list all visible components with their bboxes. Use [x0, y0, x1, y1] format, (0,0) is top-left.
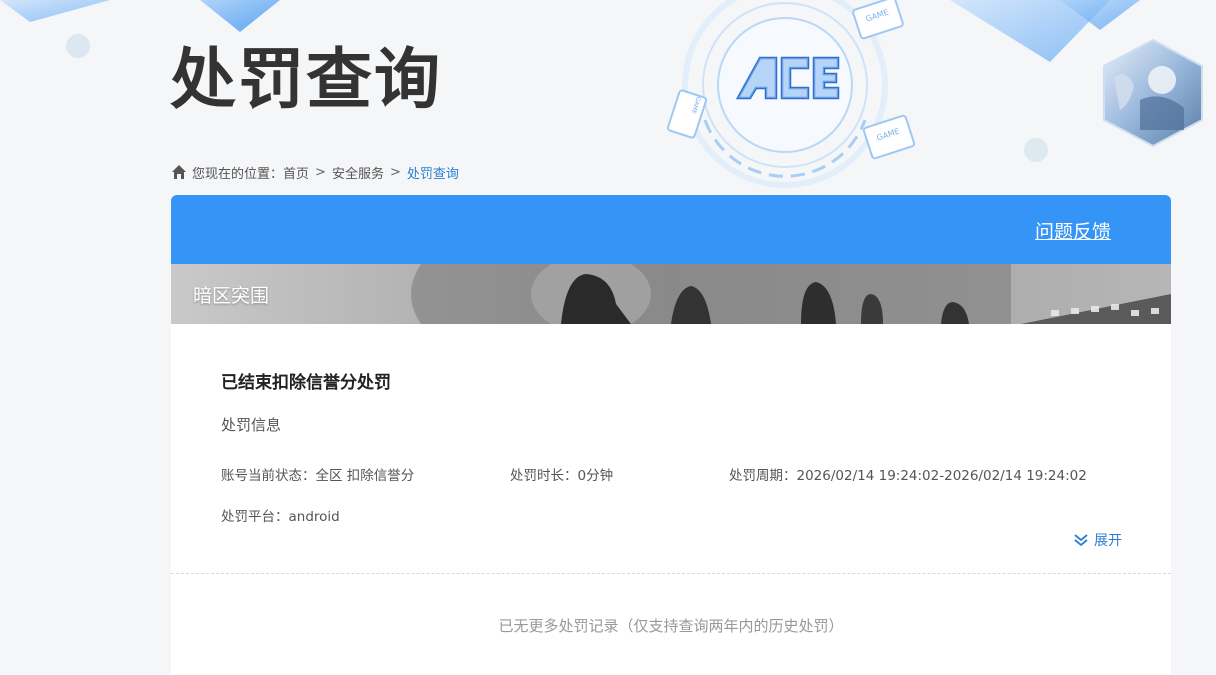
game-badge-icon: GAME	[851, 0, 905, 41]
account-status: 账号当前状态：全区 扣除信誉分	[221, 468, 415, 484]
page-title: 处罚查询	[170, 41, 442, 118]
section-label: 处罚信息	[221, 416, 282, 434]
game-badge-icon: GAME	[861, 113, 917, 161]
expand-label: 展开	[1094, 533, 1122, 549]
breadcrumb: 您现在的位置： 首页 > 安全服务 > 处罚查询	[171, 162, 459, 182]
ace-logo	[730, 48, 845, 108]
no-more-records-note: 已无更多处罚记录（仅支持查询两年内的历史处罚）	[498, 617, 844, 635]
breadcrumb-separator: >	[389, 164, 401, 180]
penalty-record: 已结束扣除信誉分处罚 处罚信息 账号当前状态：全区 扣除信誉分 处罚时长：0分钟…	[171, 324, 1171, 574]
breadcrumb-security-link[interactable]: 安全服务	[332, 163, 384, 182]
breadcrumb-prefix: 您现在的位置：	[192, 166, 284, 182]
double-chevron-down-icon	[1074, 534, 1088, 547]
avatar	[1100, 38, 1206, 148]
game-banner-image	[171, 264, 1171, 324]
feedback-link[interactable]: 问题反馈	[1035, 217, 1111, 244]
breadcrumb-separator: >	[315, 164, 326, 180]
game-badge-icon: GAME	[665, 88, 709, 140]
penalty-period: 处罚周期：2026/02/14 19:24:02-2026/02/14 19:2…	[729, 468, 1087, 484]
breadcrumb-home-link[interactable]: 首页	[283, 163, 309, 182]
penalty-platform: 处罚平台：android	[221, 509, 340, 525]
game-name: 暗区突围	[193, 285, 270, 307]
penalty-duration: 处罚时长：0分钟	[510, 468, 614, 484]
card-header: 问题反馈	[171, 195, 1171, 264]
record-title: 已结束扣除信誉分处罚	[221, 373, 391, 393]
divider	[171, 573, 1171, 574]
game-banner: 暗区突围	[171, 264, 1171, 324]
expand-button[interactable]: 展开	[1073, 530, 1122, 550]
home-icon	[171, 164, 187, 180]
penalty-card: 问题反馈 暗区突围 已结束扣除信誉分处罚 处罚信息 账号当前状态：全区 扣除信誉…	[171, 195, 1171, 675]
breadcrumb-current: 处罚查询	[406, 166, 459, 182]
